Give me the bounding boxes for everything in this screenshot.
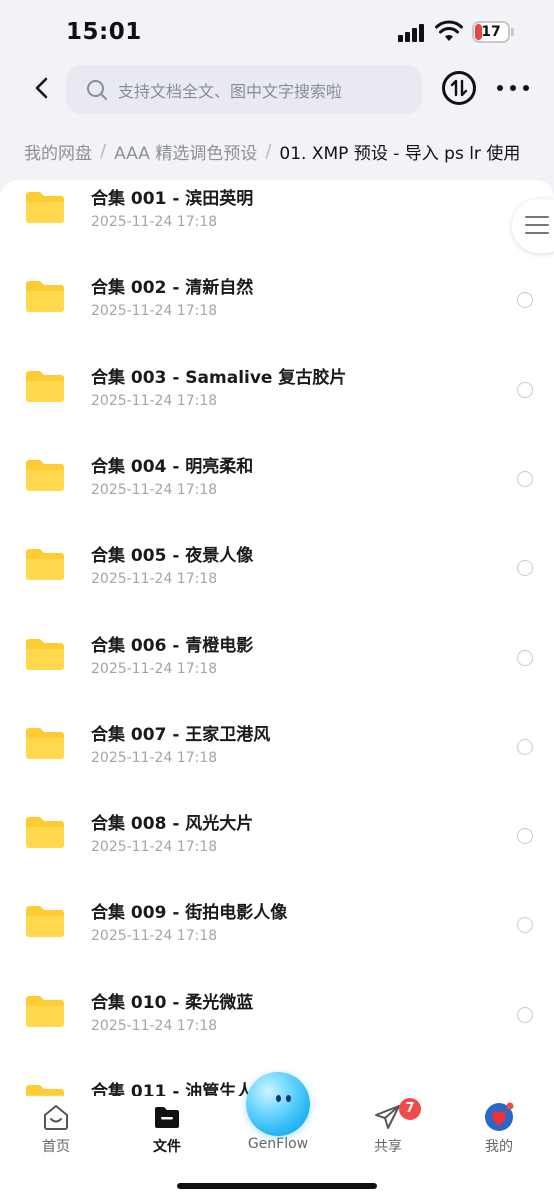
list-item[interactable]: 合集 005 - 夜景人像 2025-11-24 17:18: [0, 537, 554, 626]
more-dot-icon: [523, 85, 529, 91]
file-date: 2025-11-24 17:18: [91, 571, 218, 588]
folder-icon: [26, 638, 64, 670]
more-options-button[interactable]: [497, 77, 529, 99]
back-button[interactable]: [26, 72, 58, 104]
file-list: 合集 001 - 滨田英明 2025-11-24 17:18 合集 002 - 清新…: [0, 180, 554, 1096]
avatar-icon: [485, 1102, 514, 1131]
select-radio[interactable]: [517, 738, 533, 755]
list-item[interactable]: 合集 004 - 明亮柔和 2025-11-24 17:18: [0, 448, 554, 537]
folder-icon: [26, 906, 64, 938]
tab-files-label: 文件: [153, 1139, 181, 1155]
list-item[interactable]: 合集 006 - 青橙电影 2025-11-24 17:18: [0, 627, 554, 716]
search-input[interactable]: 支持文档全文、图中文字搜索啦: [66, 65, 422, 114]
file-name: 合集 008 - 风光大片: [91, 814, 254, 835]
file-name: 合集 007 - 王家卫港风: [91, 724, 271, 745]
search-icon: [87, 79, 107, 100]
signal-icon: [398, 24, 424, 42]
list-item[interactable]: 合集 001 - 滨田英明 2025-11-24 17:18: [0, 180, 554, 269]
status-time: 15:01: [66, 19, 142, 45]
select-radio[interactable]: [517, 649, 533, 666]
share-badge: 7: [399, 1098, 421, 1120]
home-icon: [44, 1105, 68, 1130]
folder-icon: [26, 727, 64, 759]
file-name: 合集 011 - 油管生人: [91, 1082, 254, 1096]
home-indicator: [177, 1183, 377, 1189]
list-item[interactable]: 合集 003 - Samalive 复古胶片 2025-11-24 17:18: [0, 359, 554, 448]
select-radio[interactable]: [517, 381, 533, 398]
select-radio[interactable]: [517, 292, 533, 309]
file-date: 2025-11-24 17:18: [91, 749, 218, 766]
folder-icon: [26, 1085, 64, 1096]
breadcrumb-item-current: 01. XMP 预设 - 导入 ps lr 使用: [279, 143, 521, 164]
list-item[interactable]: 合集 008 - 风光大片 2025-11-24 17:18: [0, 805, 554, 894]
file-date: 2025-11-24 17:18: [91, 839, 218, 856]
file-name: 合集 005 - 夜景人像: [91, 546, 254, 567]
folder-icon: [26, 549, 64, 581]
transfer-arrows-icon: [450, 79, 468, 97]
tab-profile-label: 我的: [485, 1139, 513, 1155]
status-bar: 15:01 17: [0, 0, 554, 64]
list-item[interactable]: 合集 002 - 清新自然 2025-11-24 17:18: [0, 269, 554, 358]
list-item[interactable]: 合集 010 - 柔光微蓝 2025-11-24 17:18: [0, 984, 554, 1073]
folder-icon: [155, 1107, 179, 1128]
select-radio[interactable]: [517, 1006, 533, 1023]
battery-level: 17: [481, 24, 501, 40]
breadcrumb-item-parent[interactable]: AAA 精选调色预设: [114, 139, 257, 164]
folder-icon: [26, 370, 64, 402]
breadcrumb: 我的网盘 / AAA 精选调色预设 / 01. XMP 预设 - 导入 ps l…: [24, 139, 521, 164]
tab-home[interactable]: 首页: [11, 1096, 101, 1160]
folder-icon: [26, 817, 64, 849]
file-name: 合集 010 - 柔光微蓝: [91, 992, 254, 1013]
chevron-left-icon: [35, 77, 48, 99]
more-dot-icon: [510, 85, 516, 91]
file-date: 2025-11-24 17:18: [91, 660, 218, 677]
file-name: 合集 009 - 街拍电影人像: [91, 903, 288, 924]
file-date: 2025-11-24 17:18: [91, 392, 218, 409]
more-dot-icon: [497, 85, 503, 91]
breadcrumb-item-root[interactable]: 我的网盘: [24, 139, 92, 164]
tab-files[interactable]: 文件: [122, 1096, 212, 1160]
file-date: 2025-11-24 17:18: [91, 1017, 218, 1034]
folder-icon: [26, 192, 64, 223]
file-date: 2025-11-24 17:18: [91, 214, 218, 230]
tab-share-label: 共享: [374, 1139, 402, 1155]
tab-profile[interactable]: 我的: [454, 1096, 544, 1160]
tab-genflow-label: GenFlow: [247, 1136, 309, 1152]
genflow-orb-icon[interactable]: [246, 1072, 310, 1136]
list-item[interactable]: 合集 009 - 街拍电影人像 2025-11-24 17:18: [0, 894, 554, 983]
tab-home-label: 首页: [42, 1139, 70, 1155]
list-item[interactable]: 合集 007 - 王家卫港风 2025-11-24 17:18: [0, 716, 554, 805]
wifi-icon: [435, 20, 463, 41]
file-name: 合集 004 - 明亮柔和: [91, 456, 254, 477]
select-radio[interactable]: [517, 828, 533, 845]
battery-icon: 17: [472, 21, 510, 43]
menu-icon: [525, 216, 549, 240]
select-radio[interactable]: [517, 560, 533, 577]
search-placeholder: 支持文档全文、图中文字搜索啦: [118, 81, 343, 101]
file-name: 合集 002 - 清新自然: [91, 278, 254, 299]
file-date: 2025-11-24 17:18: [91, 303, 218, 320]
file-date: 2025-11-24 17:18: [91, 928, 218, 945]
folder-icon: [26, 995, 64, 1027]
folder-icon: [26, 459, 64, 491]
file-name: 合集 006 - 青橙电影: [91, 635, 254, 656]
file-date: 2025-11-24 17:18: [91, 481, 218, 498]
transfer-button[interactable]: [442, 71, 476, 105]
folder-icon: [26, 281, 64, 313]
file-name: 合集 003 - Samalive 复古胶片: [91, 367, 347, 388]
select-radio[interactable]: [517, 470, 533, 487]
select-radio[interactable]: [517, 917, 533, 934]
file-name: 合集 001 - 滨田英明: [91, 189, 254, 209]
